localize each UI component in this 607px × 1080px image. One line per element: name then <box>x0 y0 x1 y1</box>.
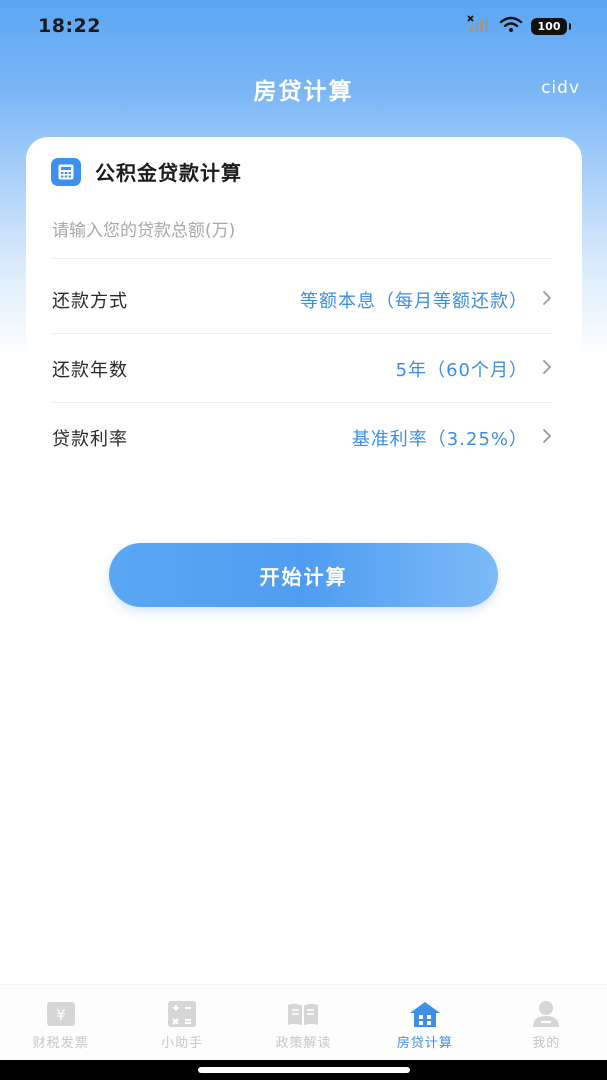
tab-assistant[interactable]: 小助手 <box>127 999 237 1051</box>
user-icon <box>529 999 563 1029</box>
tab-label: 小助手 <box>161 1036 204 1051</box>
battery-icon: 100 <box>531 17 571 35</box>
home-indicator[interactable] <box>198 1067 410 1073</box>
status-bar: 18:22 100 <box>0 0 607 52</box>
svg-text:¥: ¥ <box>56 1006 66 1024</box>
tab-invoice[interactable]: ¥ 财税发票 <box>6 999 116 1051</box>
invoice-icon: ¥ <box>44 999 78 1029</box>
row-label: 还款年数 <box>52 359 128 381</box>
chevron-right-icon <box>542 359 552 379</box>
tab-label: 房贷计算 <box>396 1036 453 1051</box>
header-right-text[interactable]: cidv <box>541 78 580 98</box>
wifi-icon <box>499 15 523 37</box>
row-value: 5年（60个月） <box>395 359 528 381</box>
calculator-icon <box>51 157 81 186</box>
chevron-right-icon <box>542 290 552 310</box>
row-label: 还款方式 <box>52 290 128 312</box>
tab-label: 我的 <box>532 1036 561 1051</box>
card-title: 公积金贷款计算 <box>95 161 242 185</box>
row-label: 贷款利率 <box>52 429 128 450</box>
row-value: 等额本息（每月等额还款） <box>300 290 528 312</box>
repayment-method-row[interactable]: 还款方式 等额本息（每月等额还款） <box>52 266 552 334</box>
loan-form-card: 公积金贷款计算 还款方式 等额本息（每月等额还款） 还款年数 5年（60个月） … <box>26 137 582 483</box>
tab-label: 财税发票 <box>32 1036 89 1051</box>
card-title-row: 公积金贷款计算 <box>51 157 242 186</box>
signal-icon <box>467 15 491 37</box>
page-title: 房贷计算 <box>253 79 354 105</box>
tab-label: 政策解读 <box>275 1036 332 1051</box>
interest-rate-row[interactable]: 贷款利率 基准利率（3.25%） <box>52 404 552 472</box>
row-value: 基准利率（3.25%） <box>351 429 528 450</box>
loan-amount-input[interactable] <box>52 203 552 259</box>
tab-mine[interactable]: 我的 <box>491 999 601 1051</box>
status-time: 18:22 <box>38 15 101 37</box>
mortgage-calculator-screen: 18:22 100 房贷计算 cidv 公积金贷款计算 请输入您的贷款总额(万)… <box>0 0 607 1080</box>
tab-policy[interactable]: 政策解读 <box>248 999 358 1051</box>
bottom-tab-bar: ¥ 财税发票 小助手 政策解读 房贷计算 我的 <box>0 984 607 1060</box>
status-icons: 100 <box>467 15 571 37</box>
calculator-icon <box>165 999 199 1029</box>
tab-mortgage[interactable]: 房贷计算 <box>370 999 480 1051</box>
start-calculation-button[interactable]: 开始计算 <box>109 543 498 607</box>
repayment-years-row[interactable]: 还款年数 5年（60个月） <box>52 335 552 403</box>
house-icon <box>408 999 442 1029</box>
header: 房贷计算 cidv <box>0 62 607 116</box>
book-icon <box>286 999 320 1029</box>
chevron-right-icon <box>542 428 552 448</box>
